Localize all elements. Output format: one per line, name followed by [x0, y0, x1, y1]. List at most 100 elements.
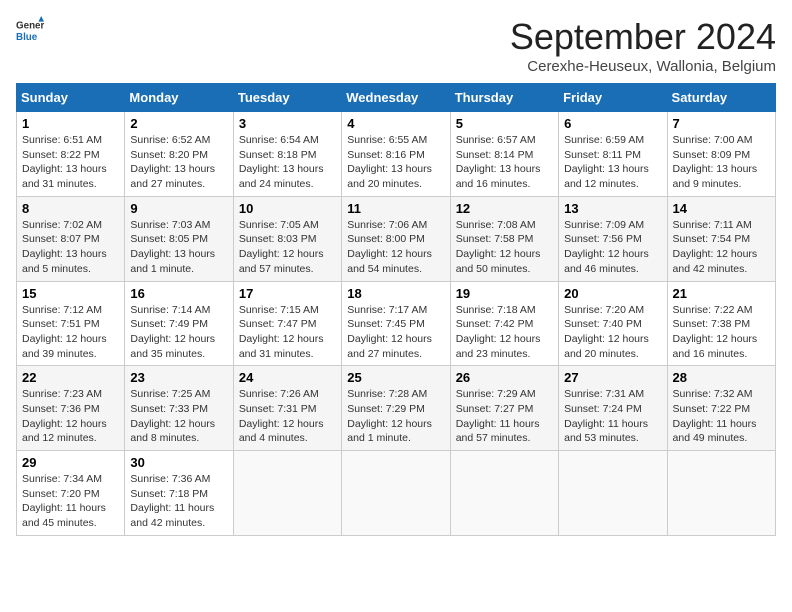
- day-detail: Sunrise: 6:57 AMSunset: 8:14 PMDaylight:…: [456, 133, 553, 192]
- day-detail: Sunrise: 7:05 AMSunset: 8:03 PMDaylight:…: [239, 218, 336, 277]
- day-detail: Sunrise: 7:03 AMSunset: 8:05 PMDaylight:…: [130, 218, 227, 277]
- day-detail: Sunrise: 7:32 AMSunset: 7:22 PMDaylight:…: [673, 387, 770, 446]
- day-number: 8: [22, 201, 119, 216]
- calendar-week-row: 29 Sunrise: 7:34 AMSunset: 7:20 PMDayligh…: [17, 451, 776, 536]
- calendar-day: 24Sunrise: 7:26 AMSunset: 7:31 PMDayligh…: [233, 366, 341, 451]
- day-detail: Sunrise: 7:36 AMSunset: 7:18 PMDaylight:…: [130, 472, 227, 531]
- day-number: 22: [22, 370, 119, 385]
- svg-text:Blue: Blue: [16, 32, 38, 43]
- day-detail: Sunrise: 7:09 AMSunset: 7:56 PMDaylight:…: [564, 218, 661, 277]
- calendar-day: 9 Sunrise: 7:03 AMSunset: 8:05 PMDaylight…: [125, 196, 233, 281]
- day-number: 30: [130, 455, 227, 470]
- day-number: 5: [456, 116, 553, 131]
- calendar-day: 11Sunrise: 7:06 AMSunset: 8:00 PMDayligh…: [342, 196, 450, 281]
- calendar-week-row: 22 Sunrise: 7:23 AMSunset: 7:36 PMDayligh…: [17, 366, 776, 451]
- logo-icon: General Blue: [16, 16, 44, 44]
- day-number: 11: [347, 201, 444, 216]
- calendar-day: [450, 451, 558, 536]
- day-number: 27: [564, 370, 661, 385]
- calendar-week-row: 15Sunrise: 7:12 AMSunset: 7:51 PMDayligh…: [17, 281, 776, 366]
- day-number: 21: [673, 286, 770, 301]
- day-detail: Sunrise: 7:31 AMSunset: 7:24 PMDaylight:…: [564, 387, 661, 446]
- day-detail: Sunrise: 7:25 AMSunset: 7:33 PMDaylight:…: [130, 387, 227, 446]
- day-number: 3: [239, 116, 336, 131]
- title-block: September 2024 Cerexhe-Heuseux, Wallonia…: [510, 16, 776, 75]
- weekday-header: Saturday: [667, 84, 775, 112]
- calendar-day: 4 Sunrise: 6:55 AMSunset: 8:16 PMDaylight…: [342, 112, 450, 197]
- calendar-day: 10 Sunrise: 7:05 AMSunset: 8:03 PMDayligh…: [233, 196, 341, 281]
- day-detail: Sunrise: 6:55 AMSunset: 8:16 PMDaylight:…: [347, 133, 444, 192]
- calendar-day: 22 Sunrise: 7:23 AMSunset: 7:36 PMDayligh…: [17, 366, 125, 451]
- calendar-day: 30 Sunrise: 7:36 AMSunset: 7:18 PMDayligh…: [125, 451, 233, 536]
- calendar-day: [342, 451, 450, 536]
- calendar-day: 8 Sunrise: 7:02 AMSunset: 8:07 PMDaylight…: [17, 196, 125, 281]
- svg-text:General: General: [16, 21, 44, 32]
- day-number: 17: [239, 286, 336, 301]
- day-number: 9: [130, 201, 227, 216]
- calendar-day: 26 Sunrise: 7:29 AMSunset: 7:27 PMDayligh…: [450, 366, 558, 451]
- calendar-day: 29 Sunrise: 7:34 AMSunset: 7:20 PMDayligh…: [17, 451, 125, 536]
- location: Cerexhe-Heuseux, Wallonia, Belgium: [510, 58, 776, 75]
- calendar-day: 12Sunrise: 7:08 AMSunset: 7:58 PMDayligh…: [450, 196, 558, 281]
- page-header: General Blue September 2024 Cerexhe-Heus…: [16, 16, 776, 75]
- day-detail: Sunrise: 7:14 AMSunset: 7:49 PMDaylight:…: [130, 303, 227, 362]
- day-detail: Sunrise: 7:02 AMSunset: 8:07 PMDaylight:…: [22, 218, 119, 277]
- calendar-day: 3 Sunrise: 6:54 AMSunset: 8:18 PMDaylight…: [233, 112, 341, 197]
- calendar-day: 27 Sunrise: 7:31 AMSunset: 7:24 PMDayligh…: [559, 366, 667, 451]
- day-number: 1: [22, 116, 119, 131]
- calendar-day: 5 Sunrise: 6:57 AMSunset: 8:14 PMDaylight…: [450, 112, 558, 197]
- calendar-day: 13 Sunrise: 7:09 AMSunset: 7:56 PMDayligh…: [559, 196, 667, 281]
- day-detail: Sunrise: 7:00 AMSunset: 8:09 PMDaylight:…: [673, 133, 770, 192]
- day-number: 6: [564, 116, 661, 131]
- calendar-day: 17Sunrise: 7:15 AMSunset: 7:47 PMDayligh…: [233, 281, 341, 366]
- day-number: 7: [673, 116, 770, 131]
- weekday-header: Friday: [559, 84, 667, 112]
- day-number: 25: [347, 370, 444, 385]
- weekday-header: Monday: [125, 84, 233, 112]
- day-detail: Sunrise: 6:51 AMSunset: 8:22 PMDaylight:…: [22, 133, 119, 192]
- day-detail: Sunrise: 7:29 AMSunset: 7:27 PMDaylight:…: [456, 387, 553, 446]
- day-number: 2: [130, 116, 227, 131]
- day-number: 18: [347, 286, 444, 301]
- calendar-day: 16Sunrise: 7:14 AMSunset: 7:49 PMDayligh…: [125, 281, 233, 366]
- day-detail: Sunrise: 7:20 AMSunset: 7:40 PMDaylight:…: [564, 303, 661, 362]
- day-detail: Sunrise: 6:52 AMSunset: 8:20 PMDaylight:…: [130, 133, 227, 192]
- day-detail: Sunrise: 7:34 AMSunset: 7:20 PMDaylight:…: [22, 472, 119, 531]
- day-number: 23: [130, 370, 227, 385]
- calendar-day: 7 Sunrise: 7:00 AMSunset: 8:09 PMDaylight…: [667, 112, 775, 197]
- calendar-day: 19Sunrise: 7:18 AMSunset: 7:42 PMDayligh…: [450, 281, 558, 366]
- day-detail: Sunrise: 7:22 AMSunset: 7:38 PMDaylight:…: [673, 303, 770, 362]
- day-detail: Sunrise: 6:54 AMSunset: 8:18 PMDaylight:…: [239, 133, 336, 192]
- day-number: 14: [673, 201, 770, 216]
- weekday-header: Tuesday: [233, 84, 341, 112]
- month-title: September 2024: [510, 16, 776, 58]
- calendar-day: 28 Sunrise: 7:32 AMSunset: 7:22 PMDayligh…: [667, 366, 775, 451]
- day-number: 26: [456, 370, 553, 385]
- calendar-table: SundayMondayTuesdayWednesdayThursdayFrid…: [16, 83, 776, 536]
- day-number: 20: [564, 286, 661, 301]
- day-number: 28: [673, 370, 770, 385]
- day-number: 10: [239, 201, 336, 216]
- day-detail: Sunrise: 7:23 AMSunset: 7:36 PMDaylight:…: [22, 387, 119, 446]
- calendar-day: 15Sunrise: 7:12 AMSunset: 7:51 PMDayligh…: [17, 281, 125, 366]
- logo: General Blue: [16, 16, 44, 49]
- calendar-week-row: 1 Sunrise: 6:51 AMSunset: 8:22 PMDaylight…: [17, 112, 776, 197]
- calendar-day: [667, 451, 775, 536]
- calendar-day: 21 Sunrise: 7:22 AMSunset: 7:38 PMDayligh…: [667, 281, 775, 366]
- day-number: 12: [456, 201, 553, 216]
- calendar-week-row: 8 Sunrise: 7:02 AMSunset: 8:07 PMDaylight…: [17, 196, 776, 281]
- calendar-day: 14Sunrise: 7:11 AMSunset: 7:54 PMDayligh…: [667, 196, 775, 281]
- day-number: 13: [564, 201, 661, 216]
- calendar-day: 18 Sunrise: 7:17 AMSunset: 7:45 PMDayligh…: [342, 281, 450, 366]
- weekday-header: Thursday: [450, 84, 558, 112]
- day-number: 29: [22, 455, 119, 470]
- calendar-day: [233, 451, 341, 536]
- day-detail: Sunrise: 7:26 AMSunset: 7:31 PMDaylight:…: [239, 387, 336, 446]
- day-number: 15: [22, 286, 119, 301]
- day-number: 19: [456, 286, 553, 301]
- calendar-day: 1 Sunrise: 6:51 AMSunset: 8:22 PMDaylight…: [17, 112, 125, 197]
- calendar-day: 23 Sunrise: 7:25 AMSunset: 7:33 PMDayligh…: [125, 366, 233, 451]
- calendar-day: 2 Sunrise: 6:52 AMSunset: 8:20 PMDaylight…: [125, 112, 233, 197]
- day-detail: Sunrise: 7:17 AMSunset: 7:45 PMDaylight:…: [347, 303, 444, 362]
- day-number: 4: [347, 116, 444, 131]
